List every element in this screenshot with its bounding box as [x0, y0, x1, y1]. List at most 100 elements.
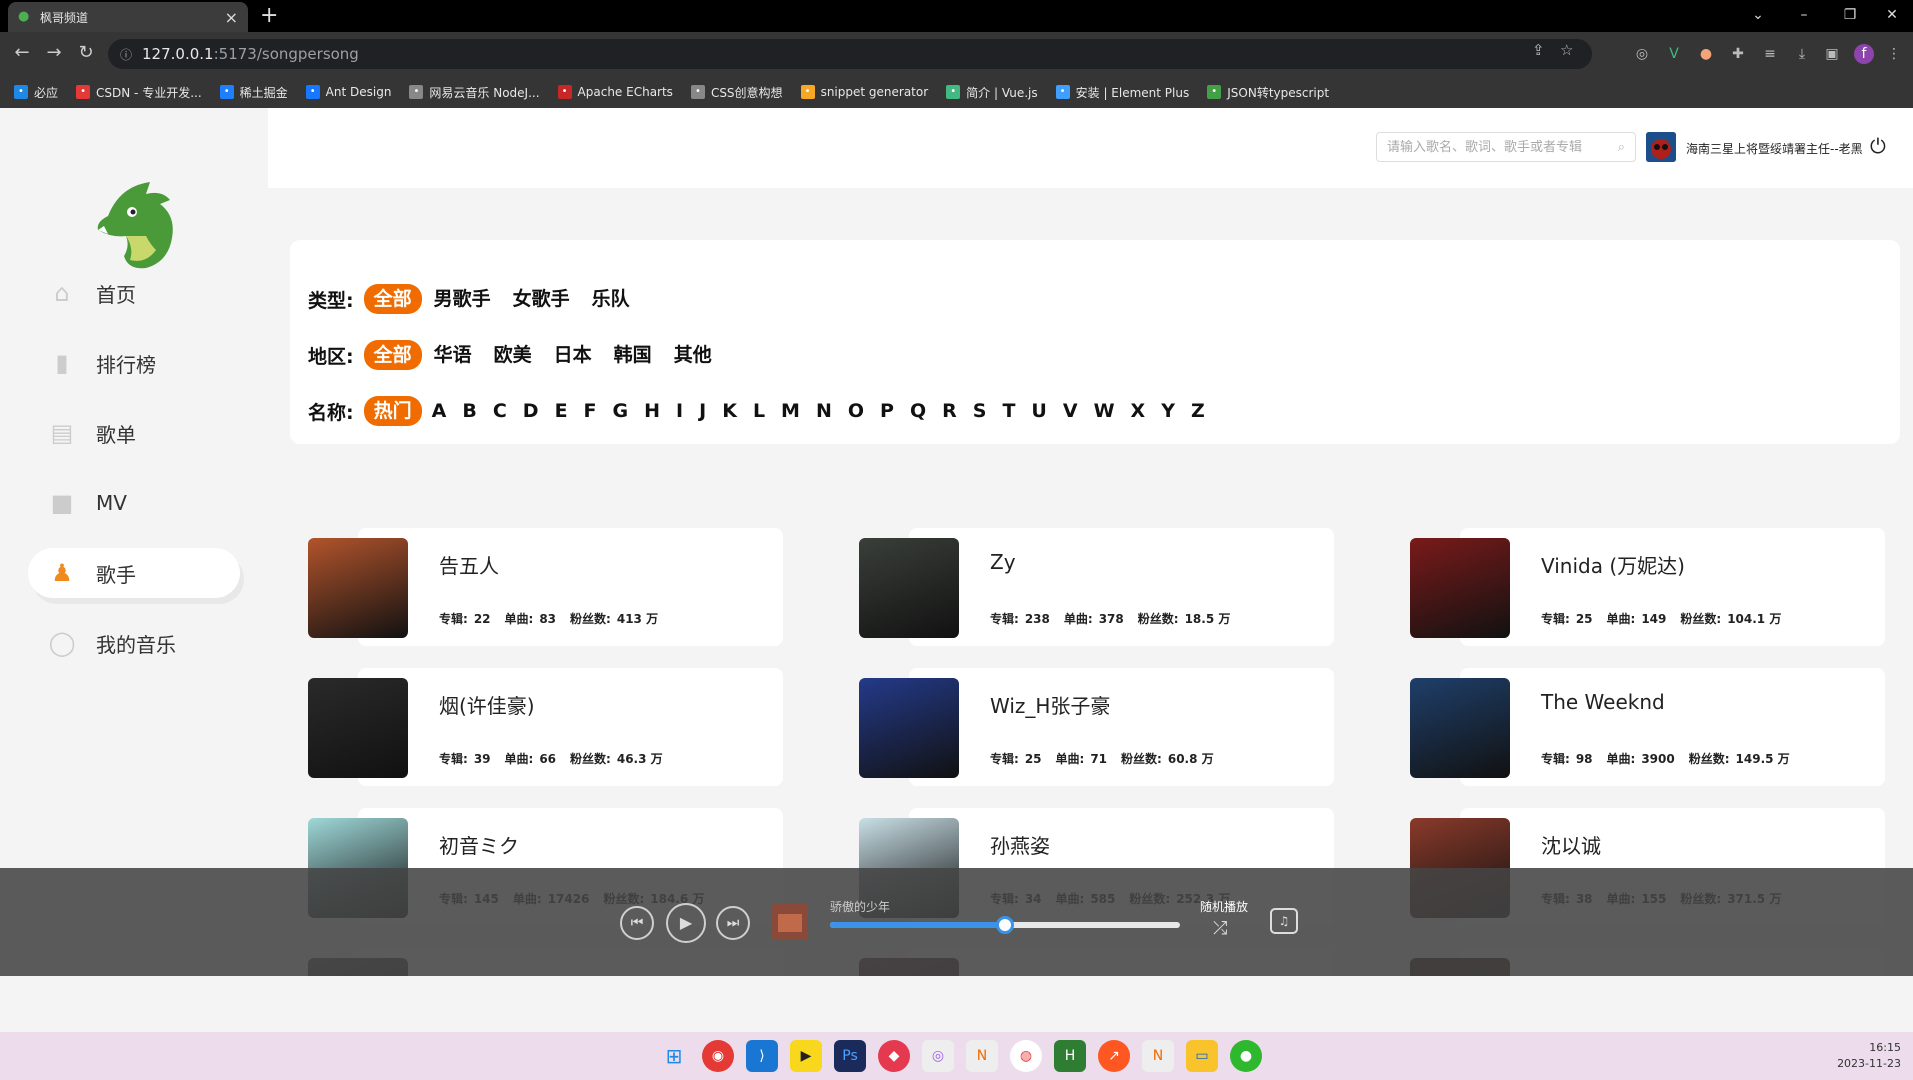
puzzle-extensions-icon[interactable]: ✚ [1728, 44, 1748, 64]
artist-photo[interactable] [859, 678, 959, 778]
area-filter-chip[interactable]: 韩国 [604, 340, 662, 370]
app-icon[interactable]: ◆ [878, 1040, 910, 1072]
name-filter-chip[interactable]: 热门 [363, 396, 422, 426]
area-filter-chip[interactable]: 华语 [424, 340, 482, 370]
artist-name[interactable]: 烟(许佳豪) [439, 690, 535, 719]
type-filter-chip[interactable]: 女歌手 [503, 284, 580, 314]
artist-photo[interactable] [1410, 678, 1510, 778]
netease-music-icon[interactable]: ◉ [702, 1040, 734, 1072]
type-filter-chip[interactable]: 男歌手 [424, 284, 501, 314]
name-filter-chip[interactable]: L [745, 396, 773, 426]
search-input[interactable] [1387, 139, 1618, 155]
artist-card[interactable]: Vinida (万妮达) 专辑: 25 单曲: 149 粉丝数: 104.1 万 [1410, 528, 1885, 658]
progress-knob[interactable] [996, 916, 1014, 934]
app-icon[interactable]: ◎ [922, 1040, 954, 1072]
name-filter-chip[interactable]: E [547, 396, 576, 426]
search-box[interactable]: ⌕ [1376, 132, 1636, 162]
app-icon[interactable]: N [1142, 1040, 1174, 1072]
app-icon[interactable]: N [966, 1040, 998, 1072]
progress-slider[interactable] [830, 916, 1180, 934]
minimize-button[interactable]: – [1784, 4, 1824, 26]
name-filter-chip[interactable]: P [872, 396, 902, 426]
previous-track-button[interactable]: ⏮ [620, 906, 654, 940]
bookmark-item[interactable]: • 网易云音乐 NodeJ... [409, 84, 540, 101]
name-filter-chip[interactable]: C [485, 396, 515, 426]
name-filter-chip[interactable]: Z [1183, 396, 1213, 426]
share-icon[interactable]: ⇪ [1532, 41, 1545, 59]
artist-card[interactable]: Wiz_H张子豪 专辑: 25 单曲: 71 粉丝数: 60.8 万 [859, 668, 1334, 798]
name-filter-chip[interactable]: N [808, 396, 840, 426]
close-window-button[interactable]: ✕ [1872, 4, 1912, 26]
area-filter-chip[interactable]: 欧美 [484, 340, 542, 370]
artist-name[interactable]: Zy [990, 550, 1016, 574]
bookmark-item[interactable]: • Ant Design [305, 85, 391, 99]
media-icon[interactable]: ≡ [1760, 44, 1780, 64]
sidebar-item-4[interactable]: ♟ 歌手 [28, 548, 240, 598]
artist-name[interactable]: 告五人 [439, 550, 499, 579]
name-filter-chip[interactable]: D [515, 396, 547, 426]
name-filter-chip[interactable]: Q [902, 396, 934, 426]
area-filter-chip[interactable]: 日本 [544, 340, 602, 370]
name-filter-chip[interactable]: J [691, 396, 714, 426]
artist-name[interactable]: 沈以诚 [1541, 830, 1601, 859]
sidebar-item-1[interactable]: ▮ 排行榜 [28, 338, 240, 388]
extension-icon[interactable]: ◎ [1632, 44, 1652, 64]
artist-card[interactable]: 烟(许佳豪) 专辑: 39 单曲: 66 粉丝数: 46.3 万 [308, 668, 783, 798]
windows-start-icon[interactable]: ⊞ [658, 1040, 690, 1072]
area-filter-chip[interactable]: 其他 [664, 340, 722, 370]
playlist-icon[interactable]: ♫ [1270, 908, 1298, 934]
name-filter-chip[interactable]: F [576, 396, 605, 426]
name-filter-chip[interactable]: O [840, 396, 872, 426]
artist-photo[interactable] [308, 678, 408, 778]
name-filter-chip[interactable]: A [424, 396, 455, 426]
sidebar-item-5[interactable]: ◯ 我的音乐 [28, 618, 240, 668]
artist-photo[interactable] [1410, 538, 1510, 638]
name-filter-chip[interactable]: T [994, 396, 1023, 426]
player-app-icon[interactable]: ▶ [790, 1040, 822, 1072]
area-filter-chip[interactable]: 全部 [363, 340, 422, 370]
name-filter-chip[interactable]: I [668, 396, 691, 426]
wechat-icon[interactable]: ● [1230, 1040, 1262, 1072]
menu-kebab-icon[interactable]: ⋮ [1884, 44, 1904, 64]
name-filter-chip[interactable]: W [1086, 396, 1123, 426]
dragon-logo[interactable] [90, 176, 180, 272]
name-filter-chip[interactable]: K [714, 396, 745, 426]
tab-search-icon[interactable]: ⌄ [1738, 4, 1778, 26]
next-track-button[interactable]: ⏭ [716, 906, 750, 940]
name-filter-chip[interactable]: R [934, 396, 965, 426]
restore-button[interactable]: ❐ [1830, 4, 1870, 26]
name-filter-chip[interactable]: X [1123, 396, 1154, 426]
username[interactable]: 海南三星上将暨绥靖署主任--老黑 [1686, 140, 1863, 157]
artist-name[interactable]: Vinida (万妮达) [1541, 550, 1685, 579]
bookmark-item[interactable]: • 必应 [14, 84, 58, 101]
new-tab-button[interactable]: + [260, 4, 278, 28]
play-button[interactable]: ▶ [666, 903, 706, 943]
artist-name[interactable]: 孙燕姿 [990, 830, 1050, 859]
artist-photo[interactable] [859, 538, 959, 638]
sidebar-item-2[interactable]: ▤ 歌单 [28, 408, 240, 458]
bookmark-item[interactable]: • CSS创意构想 [690, 84, 783, 101]
sidebar-item-3[interactable]: ■ MV [28, 478, 240, 528]
bookmark-item[interactable]: • snippet generator [800, 85, 928, 99]
shuffle-icon[interactable]: ⤮ [1213, 918, 1227, 939]
sidebar-item-0[interactable]: ⌂ 首页 [28, 268, 240, 318]
name-filter-chip[interactable]: B [454, 396, 484, 426]
bookmark-item[interactable]: • 简介 | Vue.js [946, 84, 1038, 101]
artist-card[interactable]: Zy 专辑: 238 单曲: 378 粉丝数: 18.5 万 [859, 528, 1334, 658]
reload-button[interactable]: ↻ [74, 42, 98, 64]
back-button[interactable]: ← [10, 42, 34, 64]
file-explorer-icon[interactable]: ▭ [1186, 1040, 1218, 1072]
chrome-icon[interactable]: ◍ [1010, 1040, 1042, 1072]
search-icon[interactable]: ⌕ [1618, 140, 1625, 155]
name-filter-chip[interactable]: H [636, 396, 668, 426]
artist-name[interactable]: The Weeknd [1541, 690, 1665, 714]
vue-devtools-icon[interactable]: V [1664, 44, 1684, 64]
bookmark-item[interactable]: • Apache ECharts [557, 85, 673, 99]
photoshop-icon[interactable]: Ps [834, 1040, 866, 1072]
site-info-icon[interactable]: ⓘ [120, 46, 132, 63]
type-filter-chip[interactable]: 全部 [363, 284, 422, 314]
artist-photo[interactable] [308, 538, 408, 638]
forward-button[interactable]: → [42, 42, 66, 64]
type-filter-chip[interactable]: 乐队 [582, 284, 640, 314]
bookmark-star-icon[interactable]: ☆ [1560, 41, 1573, 59]
